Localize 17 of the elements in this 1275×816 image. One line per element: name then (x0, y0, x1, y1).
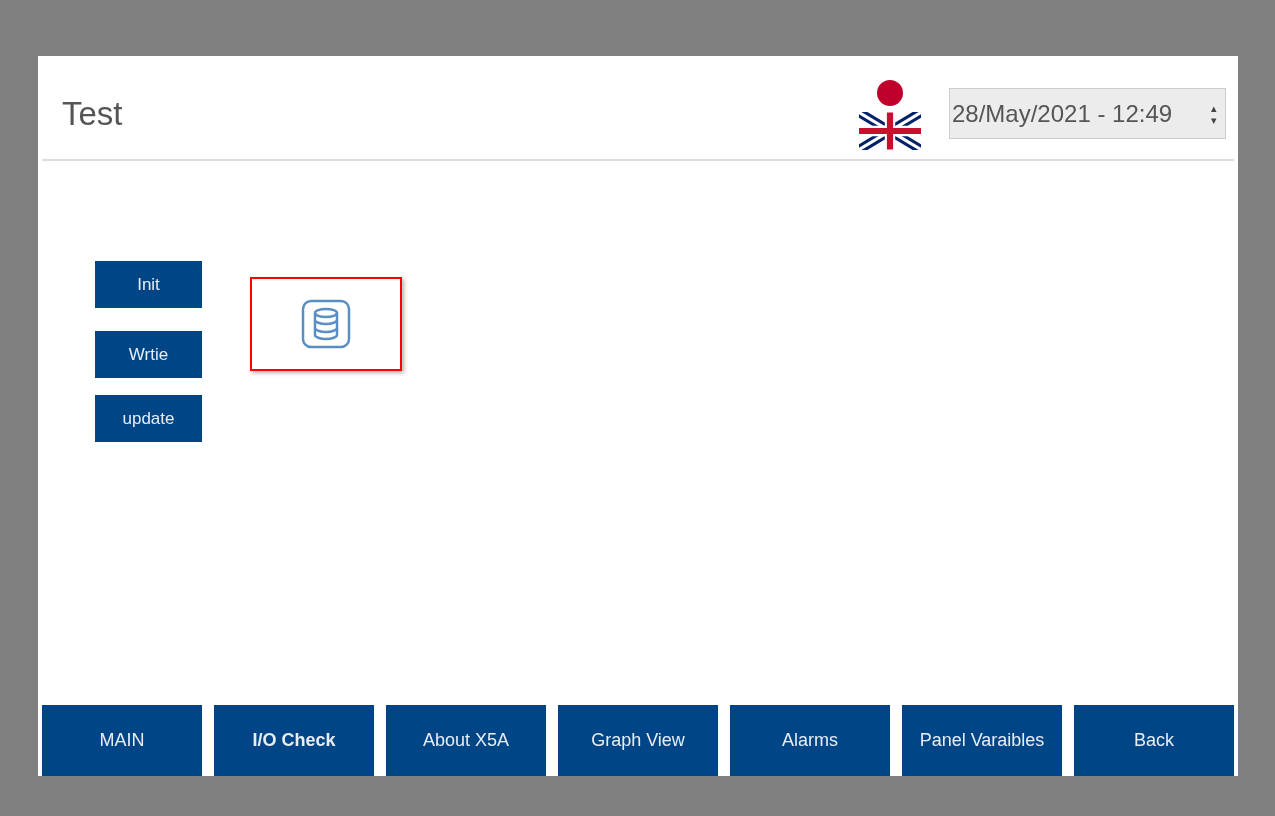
nav-tab[interactable]: Alarms (730, 705, 890, 776)
page-title: Test (62, 93, 123, 134)
nav-tab[interactable]: Graph View (558, 705, 718, 776)
action-button[interactable]: Wrtie (95, 331, 202, 378)
nav-tab[interactable]: Panel Varaibles (902, 705, 1062, 776)
nav-tab[interactable]: About X5A (386, 705, 546, 776)
database-icon (301, 299, 351, 349)
datetime-field[interactable]: 28/May/2021 - 12:49 ▴ ▾ (949, 88, 1226, 139)
nav-tab[interactable]: MAIN (42, 705, 202, 776)
nav-tab[interactable]: I/O Check (214, 705, 374, 776)
database-tile[interactable] (250, 277, 402, 371)
uk-flag-icon[interactable] (859, 111, 921, 150)
nav-tab[interactable]: Back (1074, 705, 1234, 776)
action-button[interactable]: update (95, 395, 202, 442)
spin-down-button[interactable]: ▾ (1211, 113, 1217, 126)
action-button[interactable]: Init (95, 261, 202, 308)
spin-up-button[interactable]: ▴ (1211, 101, 1217, 114)
